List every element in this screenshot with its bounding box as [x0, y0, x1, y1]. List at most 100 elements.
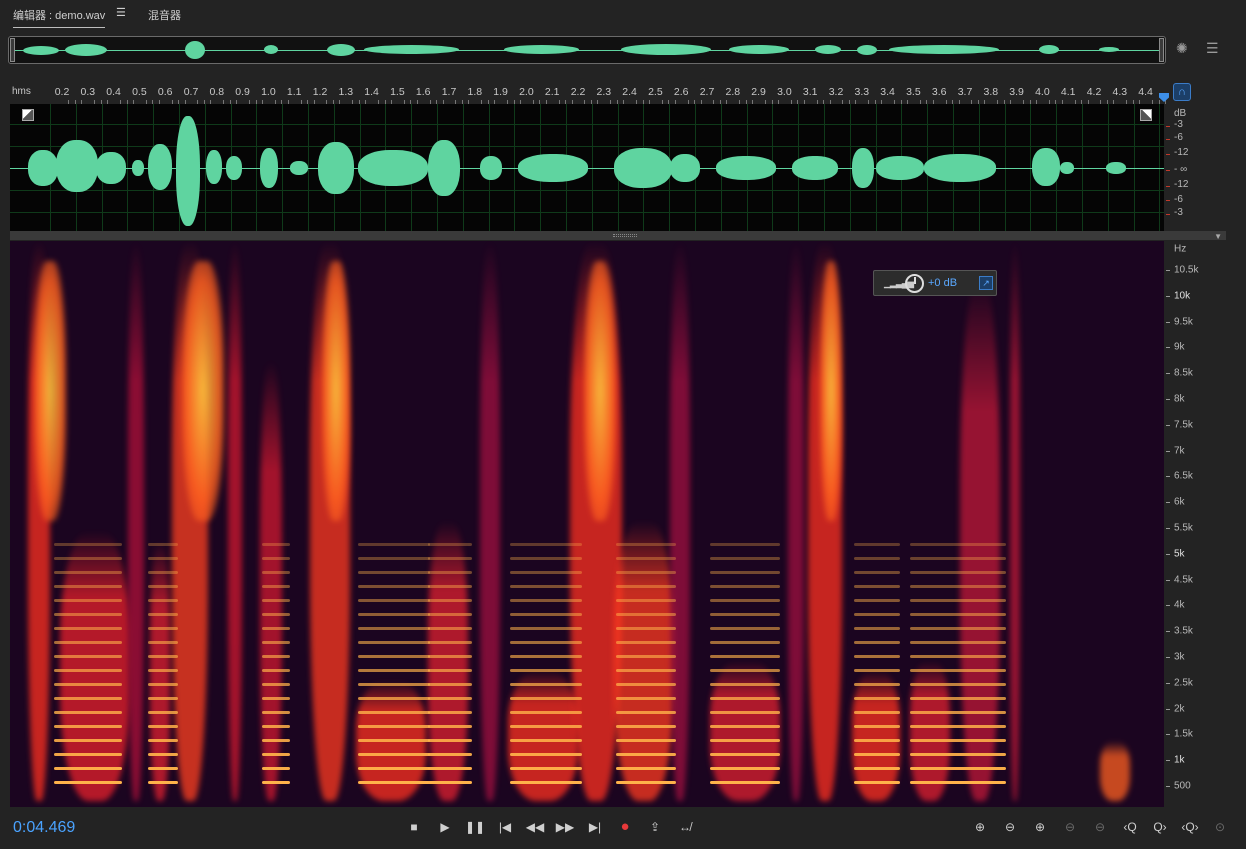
- gain-knob[interactable]: [905, 274, 924, 293]
- harmonic-band: [854, 753, 900, 756]
- current-time-display[interactable]: 0:04.469: [13, 819, 75, 837]
- waveform-segment: [480, 156, 502, 180]
- harmonic-band: [428, 655, 472, 658]
- ruler-tick-label: 3.7: [957, 86, 973, 98]
- play-button[interactable]: ▶: [434, 817, 456, 837]
- fade-out-handle-icon[interactable]: [1140, 109, 1152, 121]
- harmonic-band: [510, 655, 582, 658]
- gain-value[interactable]: +0 dB: [928, 277, 957, 289]
- heads-up-display[interactable]: ▁▂▃▄▅ +0 dB ↗: [873, 270, 997, 296]
- harmonic-band: [358, 641, 430, 644]
- harmonic-band: [854, 683, 900, 686]
- waveform-segment: [358, 150, 428, 186]
- harmonic-band: [358, 669, 430, 672]
- overview-right-handle[interactable]: [1159, 38, 1164, 62]
- overview-wave: [1099, 47, 1119, 52]
- spectral-frequency-display[interactable]: [10, 241, 1164, 807]
- ruler-tick-label: 4.0: [1035, 86, 1050, 98]
- time-ruler[interactable]: hms 0.2 0.3 0.4 0.5 0.6 0.7 0.8 0.9 1.0 1.1 1.2 1.3…: [10, 82, 1166, 104]
- harmonic-band: [428, 543, 472, 546]
- zoom-out-full-button[interactable]: ⊖: [1088, 817, 1112, 837]
- harmonic-band: [262, 683, 290, 686]
- harmonic-band: [616, 767, 676, 770]
- snap-magnet-icon[interactable]: ∩: [1173, 83, 1191, 101]
- spectral-settings-icon[interactable]: ✺: [1176, 40, 1188, 57]
- harmonic-band: [910, 753, 1006, 756]
- harmonic-band: [148, 655, 178, 658]
- harmonic-band: [616, 753, 676, 756]
- harmonic-band: [148, 557, 178, 560]
- zoom-out-amplitude-button[interactable]: ⊖: [998, 817, 1022, 837]
- view-splitter[interactable]: ▼: [10, 231, 1226, 241]
- harmonic-band: [616, 585, 676, 588]
- harmonic-band: [148, 585, 178, 588]
- harmonic-band: [54, 655, 122, 658]
- pause-button[interactable]: ❚❚: [464, 817, 486, 837]
- splitter-grip[interactable]: [613, 234, 637, 237]
- waveform-display[interactable]: [10, 104, 1164, 231]
- chevron-down-icon[interactable]: ▼: [1214, 232, 1222, 241]
- harmonic-band: [510, 669, 582, 672]
- harmonic-band: [428, 571, 472, 574]
- spectral-energy: [428, 521, 468, 801]
- spectral-energy: [614, 521, 674, 801]
- skip-selection-button[interactable]: ↮: [674, 817, 696, 837]
- harmonic-band: [358, 557, 430, 560]
- harmonic-band: [358, 655, 430, 658]
- zoom-in-at-end-button[interactable]: Q›: [1148, 817, 1172, 837]
- tab-menu-icon[interactable]: ☰: [116, 6, 126, 19]
- harmonic-band: [358, 599, 430, 602]
- overview-wave: [327, 44, 355, 56]
- zoom-out-time-button[interactable]: ⊖: [1058, 817, 1082, 837]
- hz-label: 1k: [1174, 754, 1185, 766]
- hz-tick: [1166, 605, 1170, 607]
- waveform-segment: [876, 156, 924, 180]
- hz-tick: [1166, 399, 1170, 400]
- spectral-energy: [260, 361, 282, 801]
- ruler-tick-label: 1.1: [286, 86, 302, 98]
- zoom-in-at-start-button[interactable]: ‹Q: [1118, 817, 1142, 837]
- harmonic-band: [262, 543, 290, 546]
- harmonic-band: [510, 557, 582, 560]
- spectral-energy: [960, 281, 1000, 801]
- zoom-to-selection-button[interactable]: ‹Q›: [1178, 817, 1202, 837]
- waveform-segment: [792, 156, 838, 180]
- harmonic-band: [510, 627, 582, 630]
- harmonic-band: [710, 613, 780, 616]
- move-to-next-button[interactable]: ▶|: [584, 817, 606, 837]
- zoom-in-amplitude-button[interactable]: ⊕: [968, 817, 992, 837]
- harmonic-band: [510, 585, 582, 588]
- ruler-tick-label: 3.9: [1009, 86, 1024, 98]
- hz-label: 6.5k: [1174, 470, 1193, 482]
- harmonic-band: [910, 543, 1006, 546]
- fade-in-handle-icon[interactable]: [22, 109, 34, 121]
- waveform-segment: [206, 150, 222, 184]
- harmonic-band: [148, 725, 178, 728]
- hz-tick: [1166, 321, 1170, 323]
- record-button[interactable]: ●: [614, 817, 636, 837]
- panel-menu-icon[interactable]: ☰: [1206, 40, 1219, 57]
- harmonic-band: [148, 543, 178, 546]
- overview-wave: [857, 45, 877, 55]
- tab-editor[interactable]: 编辑器 : demo.wav: [13, 7, 106, 28]
- harmonic-band: [510, 753, 582, 756]
- zoom-reset-button[interactable]: ⊙: [1208, 817, 1232, 837]
- hz-label: 10.5k: [1174, 264, 1199, 276]
- fast-forward-button[interactable]: ▶▶: [554, 817, 576, 837]
- ruler-tick-label: 0.2: [54, 86, 70, 98]
- move-to-previous-button[interactable]: |◀: [494, 817, 516, 837]
- waveform-overview[interactable]: [8, 36, 1166, 64]
- zoom-in-time-button[interactable]: ⊕: [1028, 817, 1052, 837]
- playback-loop-button[interactable]: ⇪: [644, 817, 666, 837]
- rewind-button[interactable]: ◀◀: [524, 817, 546, 837]
- hz-tick: [1166, 270, 1170, 271]
- stop-button[interactable]: ■: [403, 817, 425, 837]
- harmonic-band: [148, 767, 178, 770]
- overview-wave: [815, 45, 841, 54]
- harmonic-band: [616, 571, 676, 574]
- ruler-tick-label: 1.6: [415, 86, 431, 98]
- tab-mixer[interactable]: 混音器: [148, 7, 181, 23]
- pin-icon[interactable]: ↗: [979, 276, 993, 290]
- harmonic-band: [616, 725, 676, 728]
- harmonic-band: [854, 655, 900, 658]
